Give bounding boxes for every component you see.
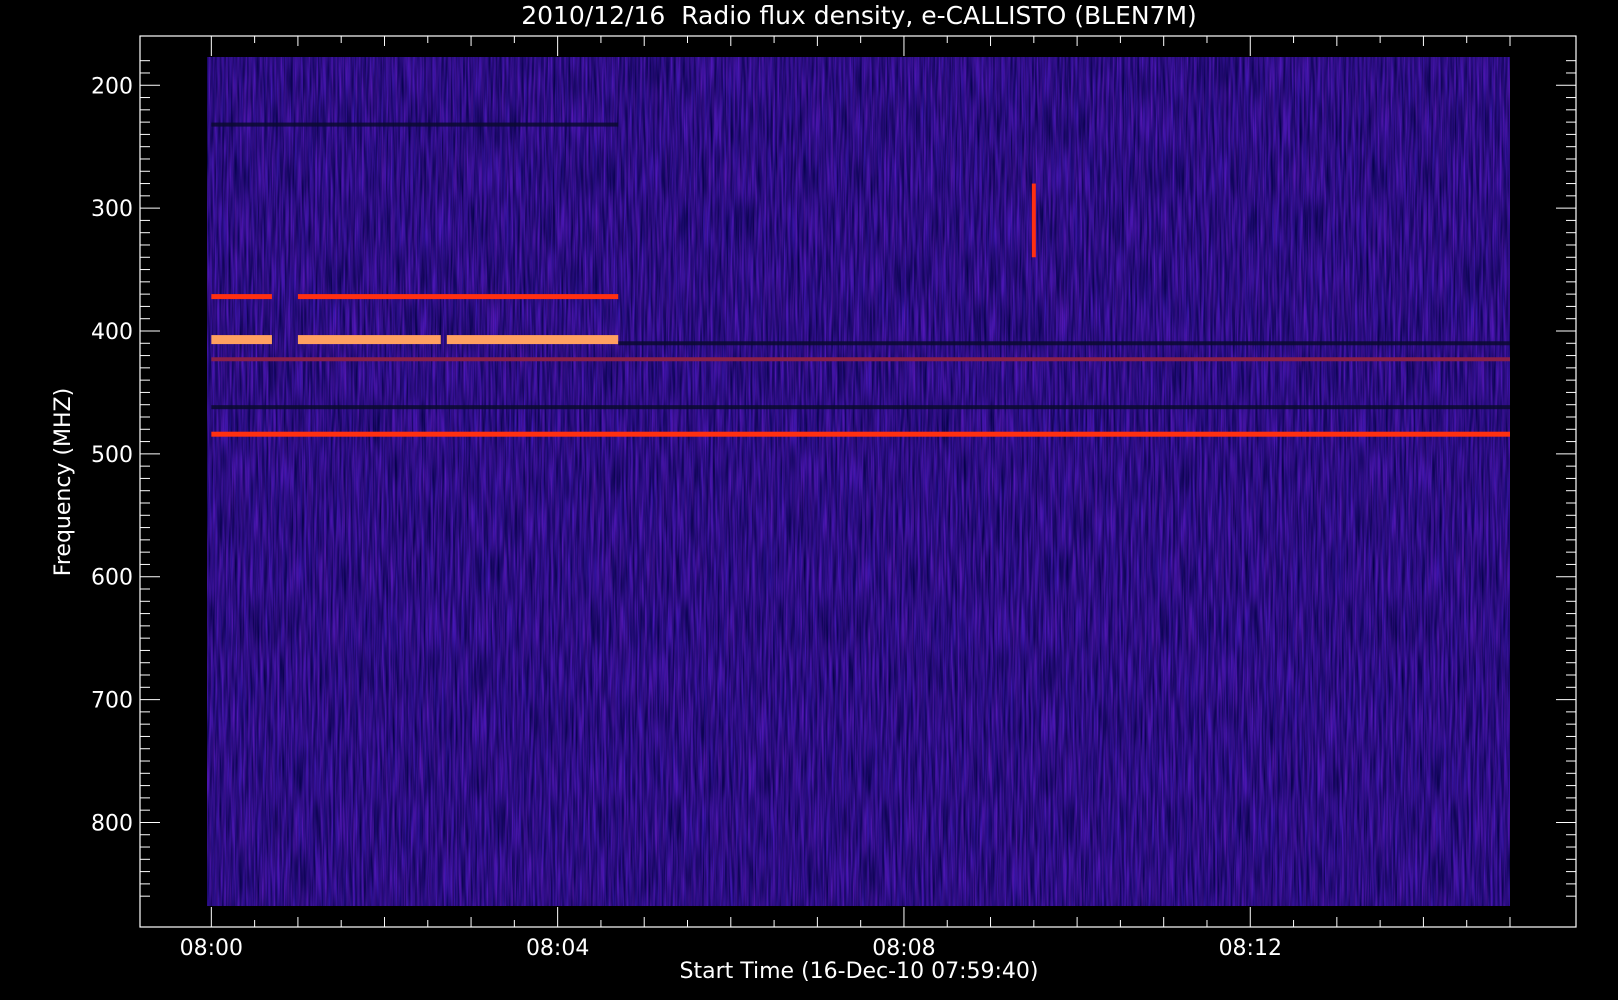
band-423mhz-0 <box>211 357 1511 362</box>
burst-9.5 <box>1031 183 1036 258</box>
heatmap-dark-noise <box>207 57 1510 906</box>
band-372mhz-1 <box>297 294 619 300</box>
x-tick-label: 08:04 <box>526 936 589 961</box>
y-axis-tick-labels: 200 300 400 500 600 700 800 <box>91 74 133 836</box>
y-tick-label: 300 <box>91 197 133 222</box>
x-axis-tick-labels: 08:00 08:04 08:08 08:12 <box>180 936 1282 961</box>
x-tick-label: 08:00 <box>180 936 243 961</box>
y-tick-label: 200 <box>91 74 133 99</box>
band-232mhz-0 <box>211 122 619 127</box>
heatmap-image <box>207 57 1510 906</box>
band-410mhz-0 <box>618 341 1510 346</box>
y-tick-label: 700 <box>91 689 133 714</box>
x-axis-label: Start Time (16-Dec-10 07:59:40) <box>680 959 1039 984</box>
y-axis-label: Frequency (MHZ) <box>51 388 76 576</box>
y-tick-label: 500 <box>91 443 133 468</box>
chart-title: 2010/12/16 Radio flux density, e-CALLIST… <box>521 1 1197 30</box>
x-tick-label: 08:12 <box>1219 936 1282 961</box>
band-372mhz-0 <box>211 294 272 300</box>
band-462mhz-0 <box>211 405 1511 410</box>
band-407mhz-2 <box>446 335 619 345</box>
band-484mhz-0 <box>211 431 1511 437</box>
y-tick-label: 600 <box>91 566 133 591</box>
spectrogram-chart: 2010/12/16 Radio flux density, e-CALLIST… <box>51 1 1577 984</box>
band-407mhz-1 <box>297 335 441 345</box>
y-tick-label: 800 <box>91 811 133 836</box>
x-tick-label: 08:08 <box>872 936 935 961</box>
y-tick-label: 400 <box>91 320 133 345</box>
band-407mhz-0 <box>211 335 272 345</box>
